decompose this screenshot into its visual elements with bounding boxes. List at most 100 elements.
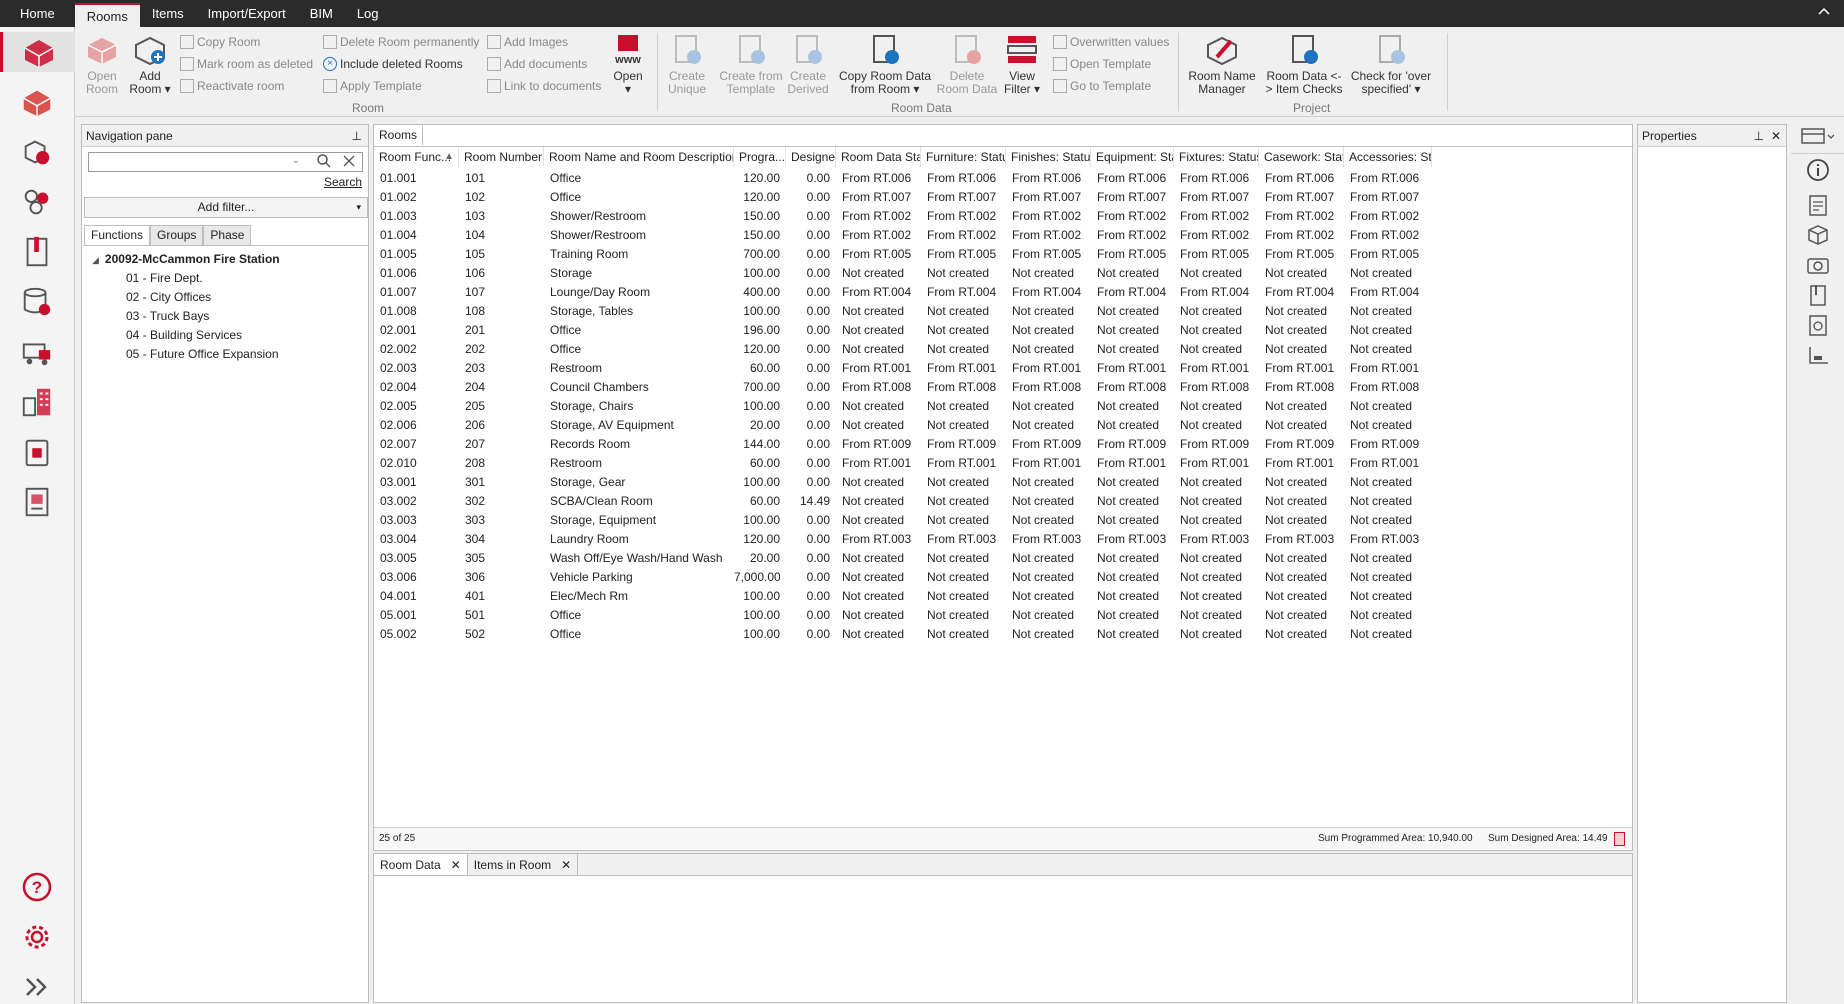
table-row[interactable]: 02.002 202 Office 120.00 0.00 Not created Not … <box>374 340 1632 359</box>
copy-room-button[interactable]: Copy Room <box>180 33 260 51</box>
table-row[interactable]: 01.003 103 Shower/Restroom 150.00 0.00 From R… <box>374 207 1632 226</box>
tab-items-in-room[interactable]: Items in Room ✕ <box>468 854 579 875</box>
column-header[interactable]: Room Name and Room Description <box>544 147 734 167</box>
expand-rail-icon[interactable] <box>15 967 59 1004</box>
items-module-icon[interactable] <box>15 132 59 172</box>
attachment-icon[interactable] <box>1805 282 1831 308</box>
copy-room-data-button[interactable]: Copy Room Data from Room ▾ <box>837 33 933 96</box>
dropdown-chevron-icon[interactable]: ⌄ <box>292 155 300 166</box>
table-row[interactable]: 03.006 306 Vehicle Parking 7,000.00 0.00 Not … <box>374 568 1632 587</box>
table-row[interactable]: 01.007 107 Lounge/Day Room 400.00 0.00 From R… <box>374 283 1632 302</box>
include-deleted-toggle[interactable]: × Include deleted Rooms <box>323 55 463 73</box>
table-row[interactable]: 02.005 205 Storage, Chairs 100.00 0.00 Not cr… <box>374 397 1632 416</box>
settings-gear-icon[interactable] <box>15 917 59 957</box>
overwritten-values-button[interactable]: Overwritten values <box>1053 33 1169 51</box>
table-row[interactable]: 05.001 501 Office 100.00 0.00 Not created Not … <box>374 606 1632 625</box>
camera-icon[interactable] <box>1805 252 1831 278</box>
item-groups-icon[interactable] <box>15 182 59 222</box>
room-data-item-checks-button[interactable]: Room Data <- > Item Checks <box>1265 33 1343 96</box>
column-header[interactable]: Accessories: Sta... <box>1344 147 1432 167</box>
add-documents-button[interactable]: Add documents <box>487 55 587 73</box>
create-unique-button[interactable]: Create Unique <box>667 33 707 96</box>
column-header[interactable]: Equipment: Sta... <box>1091 147 1174 167</box>
column-header[interactable]: Furniture: Status <box>921 147 1006 167</box>
notes-icon[interactable] <box>1805 192 1831 218</box>
tree-item-function[interactable]: 05 - Future Office Expansion <box>126 347 279 361</box>
open-www-button[interactable]: www Open ▾ <box>611 33 645 96</box>
table-row[interactable]: 03.005 305 Wash Off/Eye Wash/Hand Wash 20.0… <box>374 549 1632 568</box>
table-row[interactable]: 03.002 302 SCBA/Clean Room 60.00 14.49 Not cr… <box>374 492 1632 511</box>
search-icon[interactable] <box>316 153 332 172</box>
table-row[interactable]: 02.006 206 Storage, AV Equipment 20.00 0.00 N… <box>374 416 1632 435</box>
report-icon[interactable] <box>15 482 59 522</box>
table-row[interactable]: 01.008 108 Storage, Tables 100.00 0.00 Not cr… <box>374 302 1632 321</box>
tab-import-export[interactable]: Import/Export <box>196 0 298 27</box>
tree-root-project[interactable]: ◢ 20092-McCammon Fire Station <box>92 252 280 266</box>
column-header[interactable]: Room Number <box>459 147 544 167</box>
table-row[interactable]: 02.003 203 Restroom 60.00 0.00 From RT.001 Fro… <box>374 359 1632 378</box>
column-header[interactable]: Progra... <box>734 147 786 167</box>
pin-icon[interactable]: ⊥ <box>1754 125 1764 147</box>
tree-item-function[interactable]: 04 - Building Services <box>126 328 242 342</box>
table-row[interactable]: 01.005 105 Training Room 700.00 0.00 From RT.… <box>374 245 1632 264</box>
delete-room-data-button[interactable]: Delete Room Data <box>937 33 997 96</box>
tab-room-data[interactable]: Room Data ✕ <box>374 854 468 875</box>
table-row[interactable]: 01.002 102 Office 120.00 0.00 From RT.007 From… <box>374 188 1632 207</box>
go-to-template-button[interactable]: Go to Template <box>1053 77 1151 95</box>
export-icon[interactable] <box>1614 832 1625 846</box>
tree-item-function[interactable]: 02 - City Offices <box>126 290 211 304</box>
room-name-manager-button[interactable]: Room Name Manager <box>1187 33 1257 96</box>
pin-icon[interactable]: ⊥ <box>352 125 362 147</box>
open-room-button[interactable]: Open Room <box>85 33 119 96</box>
open-template-button[interactable]: Open Template <box>1053 55 1151 73</box>
add-room-button[interactable]: Add Room ▾ <box>129 33 171 96</box>
rooms-tab[interactable]: Rooms <box>374 125 424 145</box>
tab-groups[interactable]: Groups <box>150 225 204 245</box>
add-images-button[interactable]: Add Images <box>487 33 568 51</box>
table-row[interactable]: 02.010 208 Restroom 60.00 0.00 From RT.001 Fro… <box>374 454 1632 473</box>
database-icon[interactable] <box>15 282 59 322</box>
link-documents-button[interactable]: Link to documents <box>487 77 601 95</box>
layout-toggle-icon[interactable] <box>1799 123 1837 149</box>
check-over-specified-button[interactable]: Check for 'over specified' ▾ <box>1349 33 1433 96</box>
room-templates-icon[interactable] <box>15 82 59 122</box>
table-row[interactable]: 02.001 201 Office 196.00 0.00 Not created Not … <box>374 321 1632 340</box>
close-icon[interactable]: ✕ <box>1771 125 1781 147</box>
3d-box-icon[interactable] <box>1805 222 1831 248</box>
column-header[interactable]: Casework: Status <box>1259 147 1344 167</box>
tree-collapse-icon[interactable]: ◢ <box>92 255 99 265</box>
package-icon[interactable] <box>15 432 59 472</box>
tab-bim[interactable]: BIM <box>298 0 345 27</box>
tab-home[interactable]: Home <box>0 0 75 27</box>
column-header[interactable]: Finishes: Status <box>1006 147 1091 167</box>
table-row[interactable]: 03.003 303 Storage, Equipment 100.00 0.00 Not… <box>374 511 1632 530</box>
collapse-ribbon-icon[interactable] <box>1816 4 1832 25</box>
table-row[interactable]: 01.004 104 Shower/Restroom 150.00 0.00 From R… <box>374 226 1632 245</box>
create-from-template-button[interactable]: Create from Template <box>719 33 783 96</box>
search-input[interactable]: ⌄ <box>88 152 363 172</box>
apply-template-button[interactable]: Apply Template <box>323 77 422 95</box>
close-icon[interactable]: ✕ <box>561 858 571 872</box>
table-row[interactable]: 01.006 106 Storage 100.00 0.00 Not created Not… <box>374 264 1632 283</box>
history-icon[interactable] <box>1805 312 1831 338</box>
tab-functions[interactable]: Functions <box>84 225 151 245</box>
tree-item-function[interactable]: 03 - Truck Bays <box>126 309 209 323</box>
equipment-icon[interactable] <box>15 332 59 372</box>
column-header[interactable]: Designe... <box>786 147 836 167</box>
table-row[interactable]: 02.004 204 Council Chambers 700.00 0.00 From … <box>374 378 1632 397</box>
table-row[interactable]: 03.001 301 Storage, Gear 100.00 0.00 Not crea… <box>374 473 1632 492</box>
column-header[interactable]: Room Data Stat... <box>836 147 921 167</box>
clear-search-icon[interactable] <box>342 153 356 172</box>
column-header[interactable]: Room Func... ▲ <box>374 147 459 167</box>
view-filter-button[interactable]: View Filter ▾ <box>1003 33 1041 96</box>
table-row[interactable]: 03.004 304 Laundry Room 120.00 0.00 From RT.0… <box>374 530 1632 549</box>
documents-icon[interactable] <box>15 232 59 272</box>
tab-log[interactable]: Log <box>345 0 391 27</box>
table-row[interactable]: 02.007 207 Records Room 144.00 0.00 From RT.0… <box>374 435 1632 454</box>
table-row[interactable]: 05.002 502 Office 100.00 0.00 Not created Not … <box>374 625 1632 644</box>
reactivate-button[interactable]: Reactivate room <box>180 77 284 95</box>
info-icon[interactable] <box>1805 157 1831 183</box>
tree-item-function[interactable]: 01 - Fire Dept. <box>126 271 203 285</box>
mark-deleted-button[interactable]: Mark room as deleted <box>180 55 313 73</box>
tab-rooms[interactable]: Rooms <box>74 3 140 27</box>
